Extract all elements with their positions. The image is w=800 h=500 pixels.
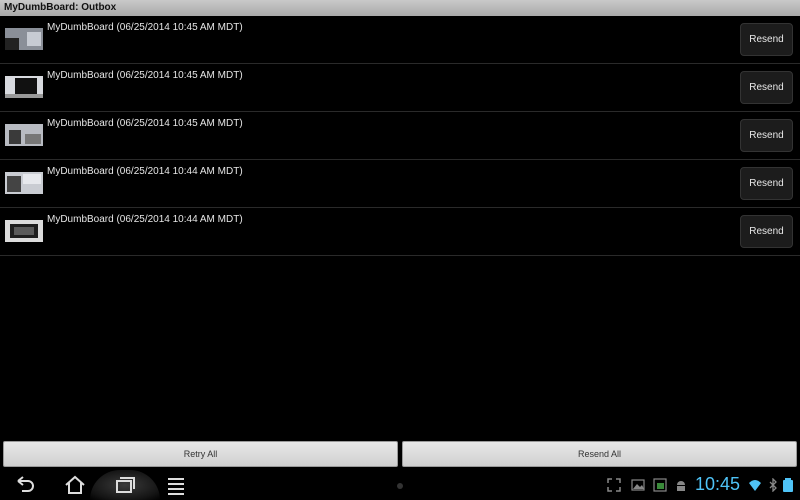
outbox-list: MyDumbBoard (06/25/2014 10:45 AM MDT) Re… xyxy=(0,16,800,256)
resend-all-button[interactable]: Resend All xyxy=(402,441,797,467)
thumbnail-image xyxy=(5,220,43,242)
action-bar: Retry All Resend All xyxy=(0,438,800,470)
list-item: MyDumbBoard (06/25/2014 10:45 AM MDT) Re… xyxy=(0,112,800,160)
bluetooth-icon xyxy=(769,478,777,492)
recent-apps-icon[interactable] xyxy=(114,475,136,495)
retry-all-button[interactable]: Retry All xyxy=(3,441,398,467)
item-label: MyDumbBoard (06/25/2014 10:45 AM MDT) xyxy=(47,118,243,129)
list-item: MyDumbBoard (06/25/2014 10:44 AM MDT) Re… xyxy=(0,208,800,256)
page-indicator xyxy=(397,483,403,489)
thumbnail-image xyxy=(5,28,43,50)
clock: 10:45 xyxy=(695,474,741,494)
wifi-icon xyxy=(749,480,761,491)
screenshot-icon[interactable] xyxy=(653,478,667,492)
window-title: MyDumbBoard: Outbox xyxy=(0,0,800,16)
item-label: MyDumbBoard (06/25/2014 10:45 AM MDT) xyxy=(47,22,243,33)
item-label: MyDumbBoard (06/25/2014 10:44 AM MDT) xyxy=(47,166,243,177)
resend-button[interactable]: Resend xyxy=(740,71,793,104)
resend-button[interactable]: Resend xyxy=(740,23,793,56)
resend-button[interactable]: Resend xyxy=(740,215,793,248)
resend-button[interactable]: Resend xyxy=(740,119,793,152)
item-label: MyDumbBoard (06/25/2014 10:45 AM MDT) xyxy=(47,70,243,81)
list-item: MyDumbBoard (06/25/2014 10:45 AM MDT) Re… xyxy=(0,64,800,112)
list-item: MyDumbBoard (06/25/2014 10:45 AM MDT) Re… xyxy=(0,16,800,64)
thumbnail-image xyxy=(5,76,43,98)
battery-icon xyxy=(783,478,793,492)
thumbnail-image xyxy=(5,124,43,146)
back-icon[interactable] xyxy=(14,475,36,495)
menu-icon[interactable] xyxy=(165,475,187,495)
home-icon[interactable] xyxy=(64,475,86,495)
thumbnail-image xyxy=(5,172,43,194)
fullscreen-icon[interactable] xyxy=(607,478,621,492)
gallery-icon[interactable] xyxy=(631,478,645,492)
item-label: MyDumbBoard (06/25/2014 10:44 AM MDT) xyxy=(47,214,243,225)
android-icon xyxy=(677,481,685,491)
list-item: MyDumbBoard (06/25/2014 10:44 AM MDT) Re… xyxy=(0,160,800,208)
resend-button[interactable]: Resend xyxy=(740,167,793,200)
system-navigation-bar: 10:45 xyxy=(0,470,800,500)
